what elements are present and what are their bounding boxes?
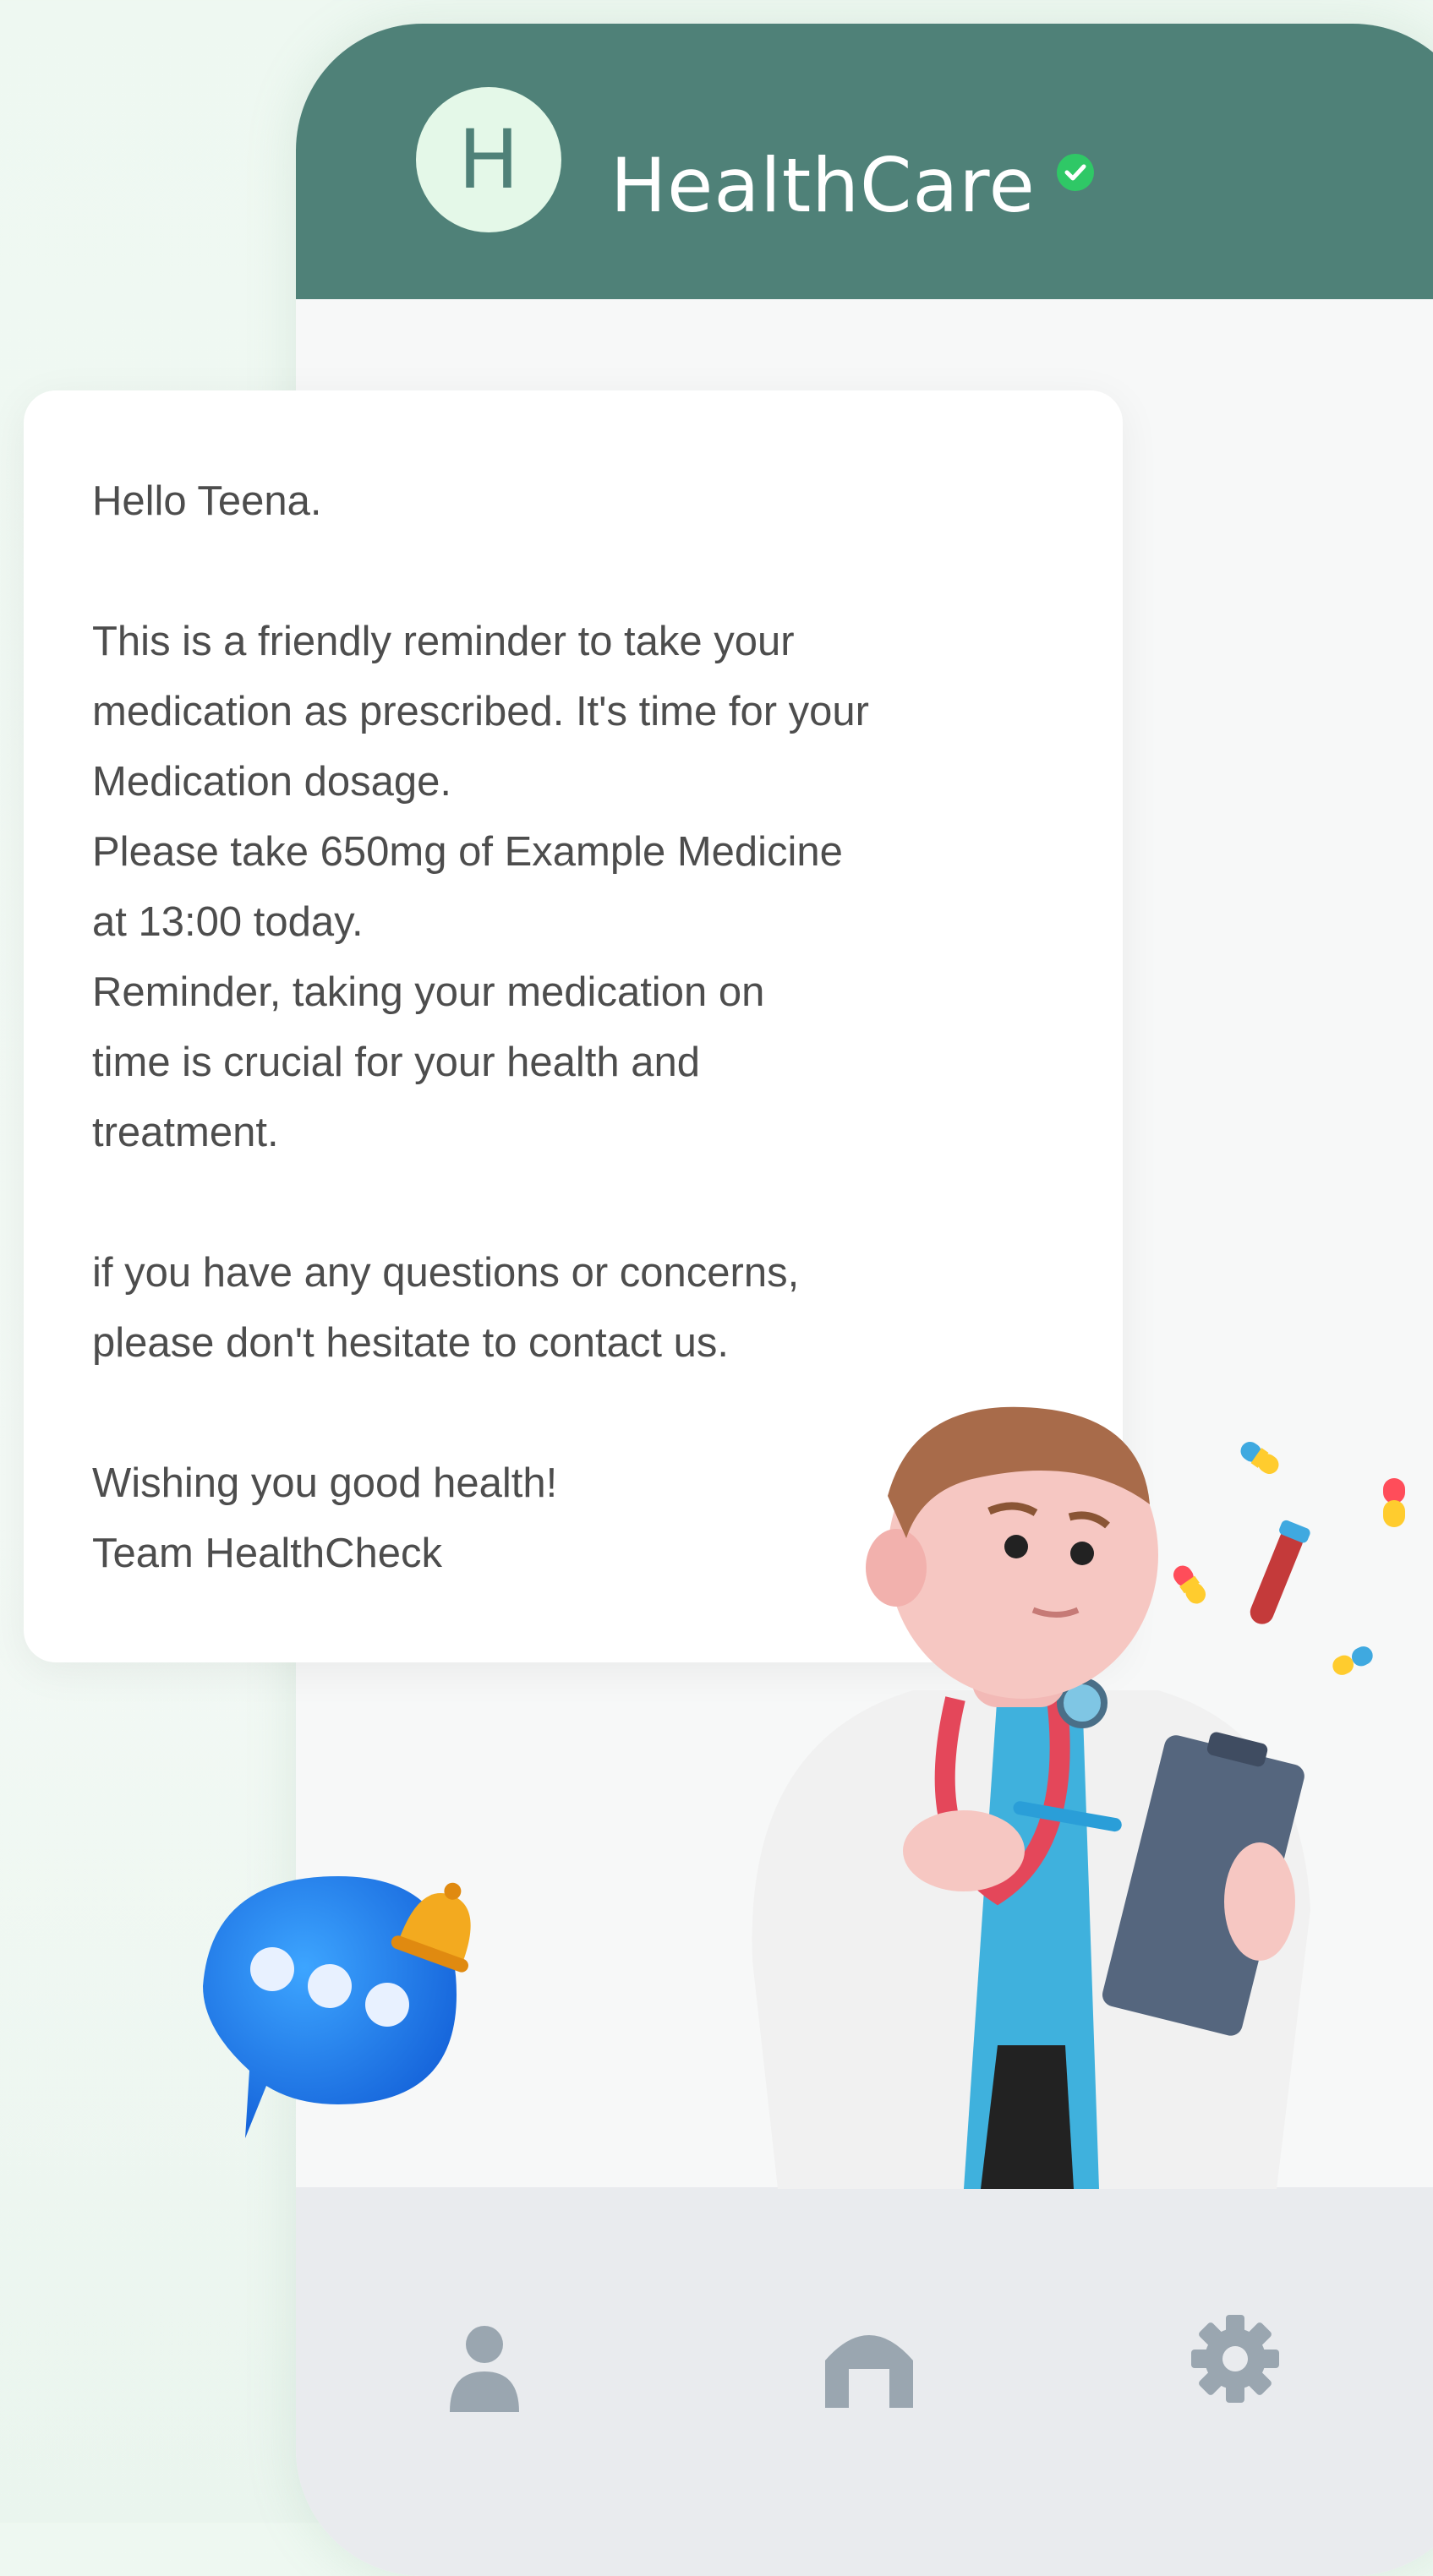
settings-icon[interactable] bbox=[1189, 2312, 1282, 2405]
message-line: medication as prescribed. It's time for … bbox=[92, 689, 869, 734]
chat-bubble-bell-icon bbox=[203, 1876, 471, 2138]
message-line: This is a friendly reminder to take your bbox=[92, 619, 795, 664]
message-line: please don't hesitate to contact us. bbox=[92, 1320, 730, 1366]
pill-icon bbox=[1332, 1646, 1373, 1675]
message-line: Please take 650mg of Example Medicine bbox=[92, 829, 843, 875]
test-tube-icon bbox=[1250, 1520, 1310, 1624]
doctor-illustration bbox=[752, 1406, 1310, 2189]
home-icon[interactable] bbox=[818, 2318, 920, 2411]
app-header: H HealthCare bbox=[296, 24, 1433, 299]
pill-icon bbox=[1383, 1478, 1405, 1527]
bottom-navigation bbox=[296, 2187, 1433, 2576]
message-line: Reminder, taking your medication on bbox=[92, 969, 765, 1015]
message-line: if you have any questions or concerns, bbox=[92, 1250, 800, 1296]
message-line: treatment. bbox=[92, 1110, 279, 1155]
profile-icon[interactable] bbox=[446, 2322, 522, 2415]
message-line: Medication dosage. bbox=[92, 759, 451, 805]
app-avatar: H bbox=[416, 87, 561, 232]
pill-icon bbox=[1240, 1441, 1279, 1475]
message-line: time is crucial for your health and bbox=[92, 1040, 700, 1085]
app-title: HealthCare bbox=[610, 142, 1036, 229]
verified-check-icon bbox=[1057, 154, 1094, 191]
message-line: at 13:00 today. bbox=[92, 899, 364, 945]
greeting: Hello Teena. bbox=[92, 478, 322, 524]
pill-icon bbox=[1173, 1565, 1206, 1604]
